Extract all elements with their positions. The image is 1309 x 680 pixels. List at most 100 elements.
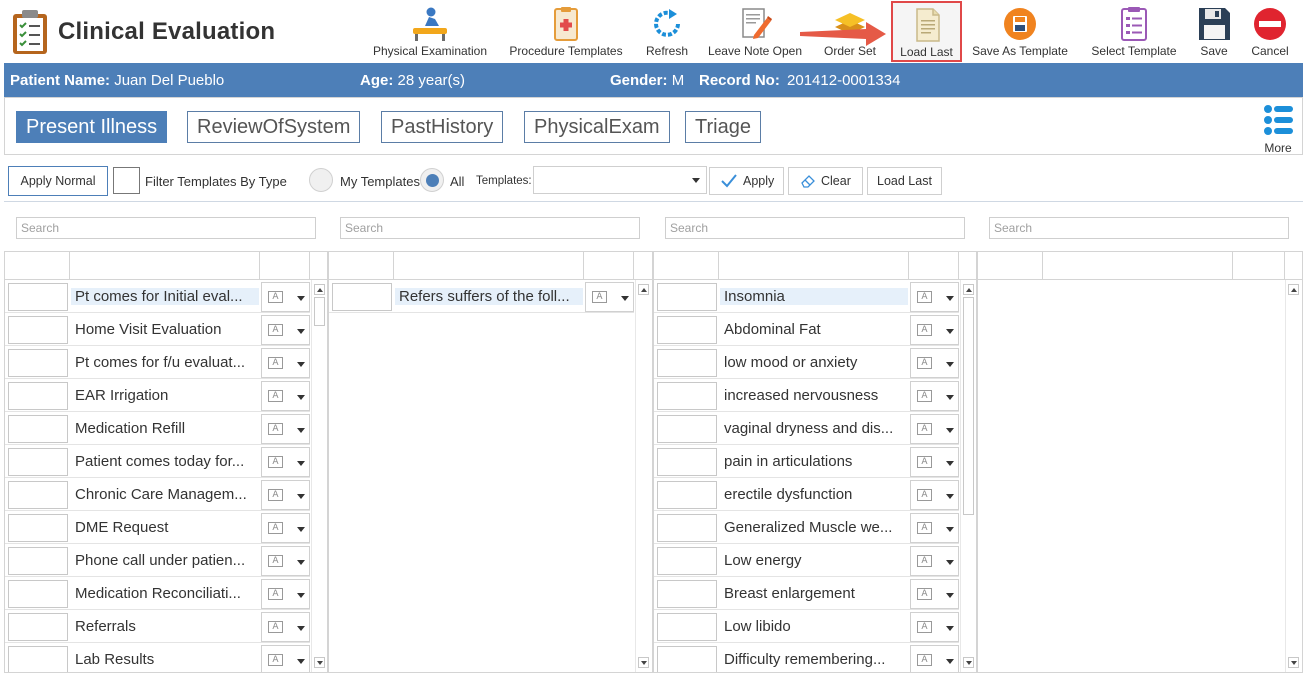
row-value-input[interactable]	[8, 547, 68, 575]
row-value-input[interactable]	[657, 613, 717, 641]
tab-triage[interactable]: Triage	[685, 111, 761, 143]
search-input-3[interactable]	[665, 217, 965, 239]
table-row[interactable]: Chronic Care Managem... A	[5, 478, 310, 511]
row-option-dropdown[interactable]: A	[910, 282, 959, 312]
row-value-input[interactable]	[8, 580, 68, 608]
table-row[interactable]: Medication Refill A	[5, 412, 310, 445]
table-row[interactable]: Low energy A	[654, 544, 959, 577]
table-row[interactable]: Medication Reconciliati... A	[5, 577, 310, 610]
filter-templates-checkbox[interactable]	[113, 167, 140, 194]
row-option-dropdown[interactable]: A	[585, 282, 634, 312]
scroll-down-icon[interactable]	[638, 657, 649, 668]
row-option-dropdown[interactable]: A	[261, 645, 310, 672]
physical-examination-button[interactable]: Physical Examination	[372, 2, 488, 62]
row-value-input[interactable]	[8, 646, 68, 672]
scroll-down-icon[interactable]	[314, 657, 325, 668]
tab-review-of-system[interactable]: ReviewOfSystem	[187, 111, 361, 143]
row-value-input[interactable]	[657, 382, 717, 410]
row-value-input[interactable]	[657, 580, 717, 608]
table-row[interactable]: DME Request A	[5, 511, 310, 544]
table-row[interactable]: pain in articulations A	[654, 445, 959, 478]
row-value-input[interactable]	[657, 316, 717, 344]
table-row[interactable]: Patient comes today for... A	[5, 445, 310, 478]
table-row[interactable]: Pt comes for Initial eval... A	[5, 280, 310, 313]
tab-past-history[interactable]: PastHistory	[381, 111, 504, 143]
row-option-dropdown[interactable]: A	[910, 414, 959, 444]
apply-button[interactable]: Apply	[709, 167, 784, 195]
table-row[interactable]: vaginal dryness and dis... A	[654, 412, 959, 445]
table-row[interactable]: EAR Irrigation A	[5, 379, 310, 412]
search-input-4[interactable]	[989, 217, 1289, 239]
table-row[interactable]: Lab Results A	[5, 643, 310, 672]
table-row[interactable]: Low libido A	[654, 610, 959, 643]
scroll-up-icon[interactable]	[1288, 284, 1299, 295]
row-option-dropdown[interactable]: A	[910, 348, 959, 378]
row-option-dropdown[interactable]: A	[910, 513, 959, 543]
table-row[interactable]: Insomnia A	[654, 280, 959, 313]
table-row[interactable]: erectile dysfunction A	[654, 478, 959, 511]
table-row[interactable]: Phone call under patien... A	[5, 544, 310, 577]
grid3-scrollbar[interactable]	[960, 280, 976, 672]
row-value-input[interactable]	[8, 613, 68, 641]
table-row[interactable]: increased nervousness A	[654, 379, 959, 412]
row-option-dropdown[interactable]: A	[910, 612, 959, 642]
leave-note-open-button[interactable]: Leave Note Open	[706, 2, 804, 62]
grid1-scrollbar[interactable]	[311, 280, 327, 672]
row-option-dropdown[interactable]: A	[910, 381, 959, 411]
scroll-down-icon[interactable]	[963, 657, 974, 668]
row-value-input[interactable]	[657, 283, 717, 311]
tab-physical-exam[interactable]: PhysicalExam	[524, 111, 670, 143]
row-value-input[interactable]	[657, 547, 717, 575]
refresh-button[interactable]: Refresh	[640, 2, 694, 62]
row-option-dropdown[interactable]: A	[261, 348, 310, 378]
scroll-up-icon[interactable]	[314, 284, 325, 295]
scroll-up-icon[interactable]	[963, 284, 974, 295]
row-option-dropdown[interactable]: A	[910, 579, 959, 609]
row-option-dropdown[interactable]: A	[261, 315, 310, 345]
row-value-input[interactable]	[8, 448, 68, 476]
row-value-input[interactable]	[332, 283, 392, 311]
select-template-button[interactable]: Select Template	[1088, 2, 1180, 62]
table-row[interactable]: Breast enlargement A	[654, 577, 959, 610]
row-value-input[interactable]	[8, 481, 68, 509]
save-as-template-button[interactable]: Save As Template	[970, 2, 1070, 62]
row-option-dropdown[interactable]: A	[261, 282, 310, 312]
row-option-dropdown[interactable]: A	[261, 447, 310, 477]
row-value-input[interactable]	[657, 646, 717, 672]
row-option-dropdown[interactable]: A	[261, 414, 310, 444]
table-row[interactable]: Home Visit Evaluation A	[5, 313, 310, 346]
row-option-dropdown[interactable]: A	[261, 612, 310, 642]
row-value-input[interactable]	[8, 382, 68, 410]
row-value-input[interactable]	[8, 415, 68, 443]
table-row[interactable]: Referrals A	[5, 610, 310, 643]
row-option-dropdown[interactable]: A	[261, 546, 310, 576]
tab-present-illness[interactable]: Present Illness	[16, 111, 168, 143]
scroll-thumb[interactable]	[963, 297, 974, 515]
more-button[interactable]: More	[1258, 103, 1298, 155]
table-row[interactable]: Refers suffers of the foll... A	[329, 280, 634, 313]
row-value-input[interactable]	[657, 349, 717, 377]
row-option-dropdown[interactable]: A	[910, 645, 959, 672]
row-option-dropdown[interactable]: A	[910, 546, 959, 576]
row-option-dropdown[interactable]: A	[910, 447, 959, 477]
scroll-thumb[interactable]	[314, 297, 325, 326]
row-value-input[interactable]	[657, 514, 717, 542]
table-row[interactable]: Difficulty remembering... A	[654, 643, 959, 672]
row-value-input[interactable]	[8, 283, 68, 311]
load-last-action-button[interactable]: Load Last	[867, 167, 942, 195]
row-value-input[interactable]	[657, 415, 717, 443]
row-option-dropdown[interactable]: A	[261, 480, 310, 510]
templates-select[interactable]	[533, 166, 707, 194]
row-value-input[interactable]	[657, 448, 717, 476]
save-button[interactable]: Save	[1192, 2, 1236, 62]
row-value-input[interactable]	[8, 316, 68, 344]
table-row[interactable]: Pt comes for f/u evaluat... A	[5, 346, 310, 379]
scroll-down-icon[interactable]	[1288, 657, 1299, 668]
all-templates-radio[interactable]	[420, 168, 444, 192]
table-row[interactable]: low mood or anxiety A	[654, 346, 959, 379]
load-last-button[interactable]: Load Last	[891, 1, 962, 62]
search-input-2[interactable]	[340, 217, 640, 239]
grid2-scrollbar[interactable]	[635, 280, 651, 672]
cancel-button[interactable]: Cancel	[1246, 2, 1294, 62]
row-option-dropdown[interactable]: A	[910, 315, 959, 345]
